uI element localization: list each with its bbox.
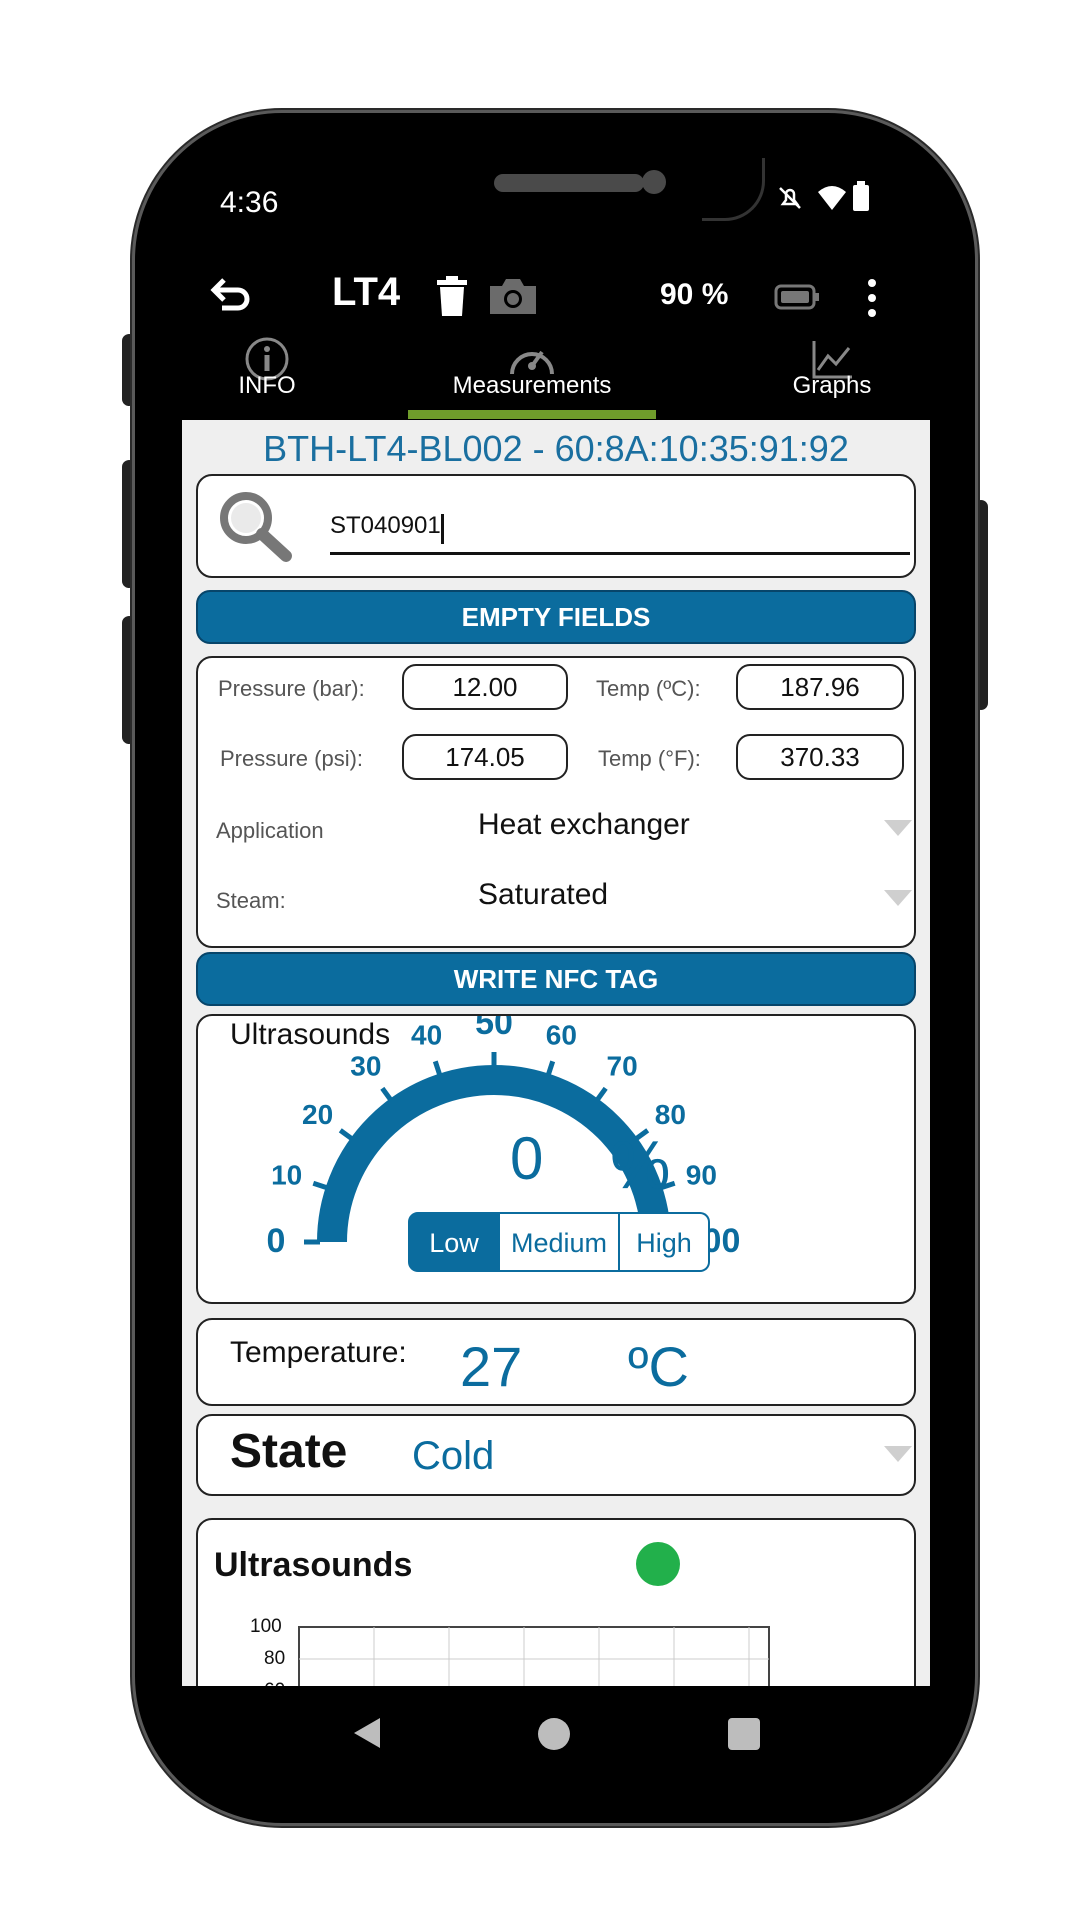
parameters-box: Pressure (bar): 12.00 Temp (ºC): 187.96 … xyxy=(196,656,916,948)
temperature-unit: ºC xyxy=(628,1335,689,1398)
steam-label: Steam: xyxy=(216,888,286,913)
gauge-tick-label-0: 0 xyxy=(267,1222,286,1260)
temp-f-field[interactable]: 370.33 xyxy=(736,734,904,780)
gauge-tick-label-20: 20 xyxy=(302,1099,333,1130)
temp-f-label: Temp (°F): xyxy=(598,746,701,771)
back-icon[interactable] xyxy=(210,276,252,314)
empty-fields-button[interactable]: EMPTY FIELDS xyxy=(196,590,916,644)
application-dropdown-icon[interactable] xyxy=(884,820,912,836)
battery-icon xyxy=(853,181,869,211)
search-input-value: ST040901 xyxy=(330,512,441,539)
ultrasounds-gauge-box: Ultrasounds 0 10 20 30 40 50 60 70 80 90 100 0 % L… xyxy=(196,1014,916,1304)
device-battery-icon xyxy=(774,284,819,310)
graph-title: Ultrasounds xyxy=(214,1546,413,1584)
y-tick-100: 100 xyxy=(250,1616,282,1637)
device-name: BTH-LT4-BL002 - 60:8A:10:35:91:92 xyxy=(263,428,849,469)
tab-info-label: INFO xyxy=(238,372,296,399)
gauge-tick-label-30: 30 xyxy=(350,1051,381,1082)
state-box[interactable]: State Cold xyxy=(196,1414,916,1496)
gauge-unit: % xyxy=(610,1127,671,1203)
battery-percent: 90 % xyxy=(660,278,729,311)
search-input[interactable]: ST040901 xyxy=(330,504,910,555)
state-value: Cold xyxy=(412,1434,495,1478)
tab-measurements[interactable]: Measurements xyxy=(408,326,656,418)
graph-grid xyxy=(298,1626,770,1686)
tab-info[interactable]: INFO xyxy=(202,326,332,418)
temp-c-label: Temp (ºC): xyxy=(596,676,701,701)
status-bar: 4:36 xyxy=(182,158,930,248)
phone-screen: 4:36 LT4 90 % INFO Measurements Graphs B… xyxy=(182,158,930,1780)
gauge-tick-label-70: 70 xyxy=(607,1051,638,1082)
speaker-grille xyxy=(494,174,644,192)
nav-back-icon[interactable] xyxy=(352,1716,382,1750)
camera-icon[interactable] xyxy=(488,276,538,316)
gauge-tick-label-90: 90 xyxy=(686,1160,717,1191)
mode-medium-button[interactable]: Medium xyxy=(500,1212,620,1272)
wifi-icon xyxy=(818,186,846,210)
temperature-label: Temperature: xyxy=(230,1336,407,1369)
pressure-psi-label: Pressure (psi): xyxy=(220,746,364,771)
pressure-bar-label: Pressure (bar): xyxy=(218,676,365,701)
gauge-tick-label-10: 10 xyxy=(271,1160,302,1191)
gauge-value: 0 xyxy=(510,1125,544,1192)
delete-icon[interactable] xyxy=(436,276,468,316)
text-cursor xyxy=(440,513,444,544)
application-label: Application xyxy=(216,818,324,843)
search-icon[interactable] xyxy=(216,490,294,564)
measurements-content: BTH-LT4-BL002 - 60:8A:10:35:91:92 ST0409… xyxy=(182,420,930,1686)
mode-high-button[interactable]: High xyxy=(620,1212,710,1272)
state-dropdown-icon[interactable] xyxy=(884,1446,912,1462)
front-camera xyxy=(642,170,666,194)
state-label: State xyxy=(230,1425,348,1478)
y-tick-80: 80 xyxy=(264,1648,286,1669)
tab-bar: INFO Measurements Graphs xyxy=(182,326,930,418)
gauge-tick-label-60: 60 xyxy=(546,1020,577,1051)
tab-graphs-label: Graphs xyxy=(792,372,872,399)
device-title: LT4 xyxy=(332,270,401,314)
gauge-tick-label-40: 40 xyxy=(411,1020,442,1051)
temperature-value: 27 xyxy=(460,1335,523,1398)
write-nfc-tag-button[interactable]: WRITE NFC TAG xyxy=(196,952,916,1006)
navigation-bar xyxy=(182,1686,930,1780)
mute-icon xyxy=(779,187,801,209)
ultrasounds-graph-box: Ultrasounds 100 80 60 xyxy=(196,1518,916,1686)
tab-measurements-label: Measurements xyxy=(452,372,612,399)
sensitivity-selector: Low Medium High xyxy=(408,1212,710,1272)
steam-select[interactable]: Saturated xyxy=(478,878,608,912)
temperature-box: Temperature: 27 ºC xyxy=(196,1318,916,1406)
search-box: ST040901 xyxy=(196,474,916,578)
mode-low-button[interactable]: Low xyxy=(408,1212,500,1272)
nav-recents-icon[interactable] xyxy=(728,1718,760,1750)
pressure-psi-field[interactable]: 174.05 xyxy=(402,734,568,780)
gauge-tick-label-50: 50 xyxy=(475,1016,513,1042)
temp-c-field[interactable]: 187.96 xyxy=(736,664,904,710)
application-select[interactable]: Heat exchanger xyxy=(478,808,690,842)
steam-dropdown-icon[interactable] xyxy=(884,890,912,906)
tab-graphs[interactable]: Graphs xyxy=(762,326,902,418)
overflow-menu-icon[interactable] xyxy=(866,278,878,318)
pressure-bar-field[interactable]: 12.00 xyxy=(402,664,568,710)
notch-curve xyxy=(702,158,765,221)
tab-indicator xyxy=(408,410,656,419)
status-indicator-dot xyxy=(636,1542,680,1586)
nav-home-icon[interactable] xyxy=(538,1718,570,1750)
status-time: 4:36 xyxy=(220,186,279,219)
